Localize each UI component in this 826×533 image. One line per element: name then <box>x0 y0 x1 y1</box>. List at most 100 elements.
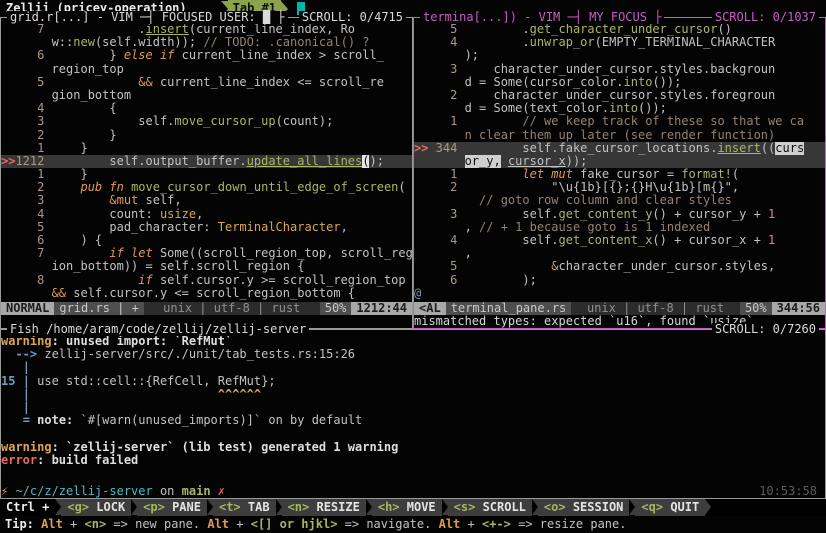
terminal-output-row: 15 | use std::cell::{RefCell, RefMut}; <box>1 375 825 388</box>
line-number: 7 <box>1 23 52 36</box>
text-segment: error <box>1 454 37 467</box>
code-row: 2 character_under_cursor.styles.foregrou… <box>414 89 825 102</box>
text-segment: on <box>153 485 182 498</box>
line-number <box>414 49 465 62</box>
text-segment <box>52 76 139 89</box>
code-row: d = Some(text_color.into()); <box>414 102 825 115</box>
text-segment <box>1 361 23 374</box>
line-number-gutter: 4 <box>414 234 465 247</box>
line-number: 3 <box>414 208 465 221</box>
text-segment: self. <box>465 234 559 247</box>
code-row: 1 // we keep track of these so that we c… <box>414 115 825 128</box>
text-segment: d = Some(text_color. <box>465 102 610 115</box>
shortcut-resize[interactable]: <n> RESIZE <box>282 499 366 516</box>
text-segment: main <box>182 485 211 498</box>
text-segment: Tip: <box>5 517 34 531</box>
pane-terminal-pane-rs[interactable]: termina[...]) - VIM ─┤ MY FOCUS ├ SCROLL… <box>413 17 826 329</box>
shortcut-session[interactable]: <o> SESSION <box>538 499 629 516</box>
shortcut-tab[interactable]: <t> TAB <box>213 499 276 516</box>
text-segment: pub fn <box>80 181 123 194</box>
vim-mode-indicator: NORMAL <box>1 302 54 315</box>
statusline-fileinfo: unix | utf-8 | rust <box>144 302 320 315</box>
line-number <box>414 155 465 168</box>
text-segment: (current_line_index, Ro <box>189 23 355 36</box>
shortcut-key: <q> <box>641 500 670 514</box>
text-segment: <[] or hjkl> <box>251 517 338 531</box>
line-number-gutter: 2 <box>1 129 52 142</box>
shell-prompt[interactable]: ⚡ ~/c/z/zellij-server on main ✗10:53:58 <box>1 485 825 498</box>
clock: 10:53:58 <box>759 485 817 498</box>
text-segment: --> <box>15 348 44 361</box>
shortcut-move[interactable]: <h> MOVE <box>372 499 442 516</box>
line-number-gutter <box>414 129 465 142</box>
text-segment: ( <box>398 181 405 194</box>
text-segment: | <box>23 401 30 414</box>
pane-title: Fish /home/aram/code/zellij/zellij-serve… <box>7 323 309 336</box>
pane-fish-shell[interactable]: Fish /home/aram/code/zellij/zellij-serve… <box>0 329 826 499</box>
text-segment: if <box>138 274 152 287</box>
vim-statusline: NORMAL grid.rs | + unix | utf-8 | rust 5… <box>1 302 412 315</box>
text-segment: (EMPTY_TERMINAL_CHARACTER <box>595 36 776 49</box>
text-segment: insert <box>717 142 760 155</box>
line-number-gutter: >> 344 <box>414 142 465 155</box>
text-segment: new <box>73 36 95 49</box>
terminal-output-row <box>1 427 825 440</box>
terminal-output-row: | ^^^^^^ <box>1 388 825 401</box>
terminal-output-row: --> zellij-server/src/./unit/tab_tests.r… <box>1 348 825 361</box>
shortcut-key: <g> <box>67 500 96 514</box>
text-segment: Alt <box>41 517 63 531</box>
text-segment: fake_cursor = <box>573 168 681 181</box>
shortcut-label: PANE <box>172 500 201 514</box>
shortcut-key: <s> <box>454 500 483 514</box>
text-segment: // goto row column and clear styles <box>479 194 732 207</box>
shortcut-pane[interactable]: <p> PANE <box>137 499 207 516</box>
code-row: >>1212 self.output_buffer.update_all_lin… <box>1 155 412 168</box>
sign-column-marker: >> <box>414 142 428 155</box>
terminal-output-row: error: build failed <box>1 454 825 467</box>
text-segment: && <box>138 76 152 89</box>
text-segment: <+-> <box>482 517 511 531</box>
text-segment: | <box>23 361 30 374</box>
code-row: 2 } <box>1 129 412 142</box>
line-number-gutter: 4 <box>414 36 465 49</box>
shortcut-quit[interactable]: <q> QUIT <box>635 499 705 516</box>
text-segment: . <box>465 36 530 49</box>
code-row: 7 .insert(current_line_index, Ro <box>1 23 412 36</box>
text-segment: self.cursor.y >= scroll_region_top <box>153 274 406 287</box>
code-row: 4 .unwrap_or(EMPTY_TERMINAL_CHARACTER <box>414 36 825 49</box>
text-segment: &mut <box>109 194 138 207</box>
scroll-indicator: SCROLL: 0/1037 <box>712 11 819 24</box>
pane-grid-rs[interactable]: grid.r[...] - VIM ─┤ FOCUSED USER: █ ├ S… <box>0 17 413 329</box>
text-segment <box>465 168 523 181</box>
line-number-gutter: 6 <box>414 274 465 287</box>
text-segment: . <box>52 23 146 36</box>
text-segment: + <box>63 517 85 531</box>
line-number: 6 <box>1 49 52 62</box>
line-number-gutter <box>414 194 465 207</box>
line-number-gutter: 1 <box>414 115 465 128</box>
shortcut-key: <h> <box>378 500 407 514</box>
text-segment: () + cursor_x + <box>652 234 768 247</box>
shortcut-scroll[interactable]: <s> SCROLL <box>448 499 532 516</box>
line-number-gutter: 5 <box>414 260 465 273</box>
line-number <box>414 76 465 89</box>
text-segment: if let <box>109 247 152 260</box>
code-row: 5 &character_under_cursor.styles, <box>414 260 825 273</box>
text-segment <box>465 115 523 128</box>
code-row: 1 } <box>1 168 412 181</box>
line-number <box>1 36 52 49</box>
text-segment: cursor_x <box>508 155 566 168</box>
text-segment <box>52 247 110 260</box>
text-segment: // we keep track of these so that we ca <box>522 115 804 128</box>
zellij-screen: Zellij (pricey-operation) Tab #1 grid.r[… <box>0 0 826 533</box>
vim-buffer: 7 .insert(current_line_index, Ro w::new(… <box>1 18 412 302</box>
code-row: ); <box>414 49 825 62</box>
text-segment: region_top <box>52 63 124 76</box>
text-segment: self. <box>52 115 175 128</box>
text-segment: else if <box>124 49 175 62</box>
text-segment: warning <box>1 441 52 454</box>
code-row: 3 &mut self, <box>1 194 412 207</box>
code-row: 8 if self.cursor.y >= scroll_region_top <box>1 274 412 287</box>
shortcut-lock[interactable]: <g> LOCK <box>61 499 131 516</box>
terminal-output-row: = note: `#[warn(unused_imports)]` on by … <box>1 414 825 427</box>
